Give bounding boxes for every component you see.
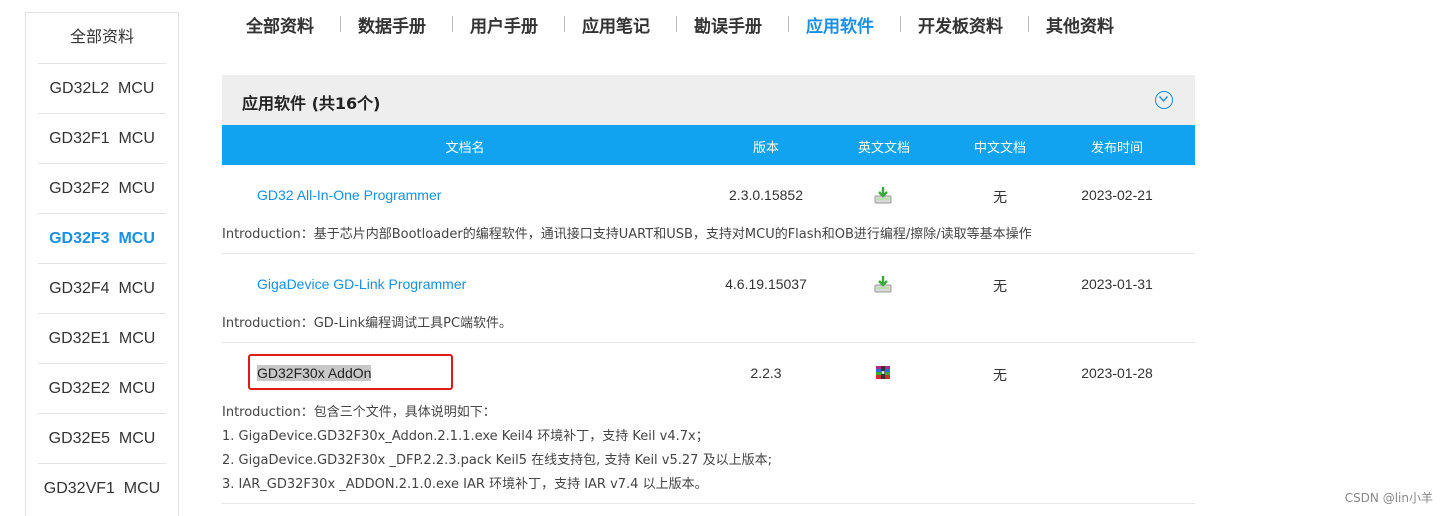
sidebar-item-gd32f4[interactable]: GD32F4 MCU bbox=[38, 263, 166, 314]
date-cell: 2023-02-21 bbox=[1081, 187, 1153, 203]
row-divider bbox=[222, 253, 1195, 254]
tab-divider bbox=[676, 16, 677, 32]
annotation-highlight-box bbox=[248, 354, 453, 390]
sidebar-item-gd32f1[interactable]: GD32F1 MCU bbox=[38, 113, 166, 164]
chinese-doc-cell: 无 bbox=[993, 278, 1007, 294]
table-header: 文档名 版本 英文文档 中文文档 发布时间 bbox=[222, 125, 1195, 165]
sidebar-item-gd32e1[interactable]: GD32E1 MCU bbox=[38, 313, 166, 364]
date-cell: 2023-01-31 bbox=[1081, 276, 1153, 292]
introduction-text: Introduction：基于芯片内部Bootloader的编程软件，通讯接口支… bbox=[222, 227, 1032, 242]
tab-divider bbox=[452, 16, 453, 32]
introduction-text: 2. GigaDevice.GD32F30x _DFP.2.2.3.pack K… bbox=[222, 453, 772, 468]
version-cell: 2.3.0.15852 bbox=[729, 187, 803, 203]
chinese-doc-cell: 无 bbox=[993, 367, 1007, 383]
introduction-text: 3. IAR_GD32F30x _ADDON.2.1.0.exe IAR 环境补… bbox=[222, 477, 708, 492]
tab-all[interactable]: 全部资料 bbox=[246, 12, 314, 37]
tab-other[interactable]: 其他资料 bbox=[1046, 12, 1114, 37]
sidebar-item-gd32f2[interactable]: GD32F2 MCU bbox=[38, 163, 166, 214]
column-header-chinese[interactable]: 中文文档 bbox=[944, 137, 1056, 156]
tab-dev-board[interactable]: 开发板资料 bbox=[918, 12, 1003, 37]
tab-user-manual[interactable]: 用户手册 bbox=[470, 12, 538, 37]
archive-icon[interactable] bbox=[874, 364, 892, 382]
tab-application-software[interactable]: 应用软件 bbox=[806, 12, 874, 37]
introduction-text: 1. GigaDevice.GD32F30x_Addon.2.1.1.exe K… bbox=[222, 429, 709, 444]
tab-errata[interactable]: 勘误手册 bbox=[694, 12, 762, 37]
sidebar-item-gd32l2[interactable]: GD32L2 MCU bbox=[38, 63, 166, 114]
document-link[interactable]: GD32 All-In-One Programmer bbox=[257, 187, 441, 203]
download-icon[interactable] bbox=[874, 186, 892, 204]
collapse-button[interactable] bbox=[1155, 91, 1173, 109]
sidebar-item-gd32vf1[interactable]: GD32VF1 MCU bbox=[38, 463, 166, 514]
date-cell: 2023-01-28 bbox=[1081, 365, 1153, 381]
version-cell: 2.2.3 bbox=[750, 365, 782, 381]
column-header-version[interactable]: 版本 bbox=[708, 137, 824, 156]
document-link[interactable]: GigaDevice GD-Link Programmer bbox=[257, 276, 466, 292]
row-divider bbox=[222, 503, 1195, 504]
sidebar-item-gd32f3[interactable]: GD32F3 MCU bbox=[38, 213, 166, 264]
chevron-down-icon bbox=[1159, 96, 1168, 102]
introduction-text: Introduction：包含三个文件，具体说明如下： bbox=[222, 405, 496, 420]
category-sidebar: 全部资料 GD32L2 MCU GD32F1 MCU GD32F2 MCU GD… bbox=[25, 12, 179, 516]
column-header-date[interactable]: 发布时间 bbox=[1056, 137, 1178, 156]
download-icon[interactable] bbox=[874, 275, 892, 293]
tab-divider bbox=[788, 16, 789, 32]
row-divider bbox=[222, 342, 1195, 343]
tab-divider bbox=[564, 16, 565, 32]
sidebar-item-gd32e2[interactable]: GD32E2 MCU bbox=[38, 363, 166, 414]
chinese-doc-cell: 无 bbox=[993, 189, 1007, 205]
sidebar-item-all[interactable]: 全部资料 bbox=[38, 13, 166, 63]
panel-title: 应用软件 (共16个) bbox=[242, 94, 381, 113]
tab-divider bbox=[1028, 16, 1029, 32]
tab-divider bbox=[900, 16, 901, 32]
sidebar-item-gd32e5[interactable]: GD32E5 MCU bbox=[38, 413, 166, 464]
watermark: CSDN @lin小羊 bbox=[1344, 491, 1433, 505]
tab-divider bbox=[340, 16, 341, 32]
tab-datasheet[interactable]: 数据手册 bbox=[358, 12, 426, 37]
introduction-text: Introduction：GD-Link编程调试工具PC端软件。 bbox=[222, 316, 513, 331]
panel-header: 应用软件 (共16个) bbox=[222, 75, 1195, 125]
column-header-name[interactable]: 文档名 bbox=[222, 137, 708, 156]
column-header-english[interactable]: 英文文档 bbox=[824, 137, 944, 156]
tab-app-notes[interactable]: 应用笔记 bbox=[582, 12, 650, 37]
version-cell: 4.6.19.15037 bbox=[725, 276, 807, 292]
